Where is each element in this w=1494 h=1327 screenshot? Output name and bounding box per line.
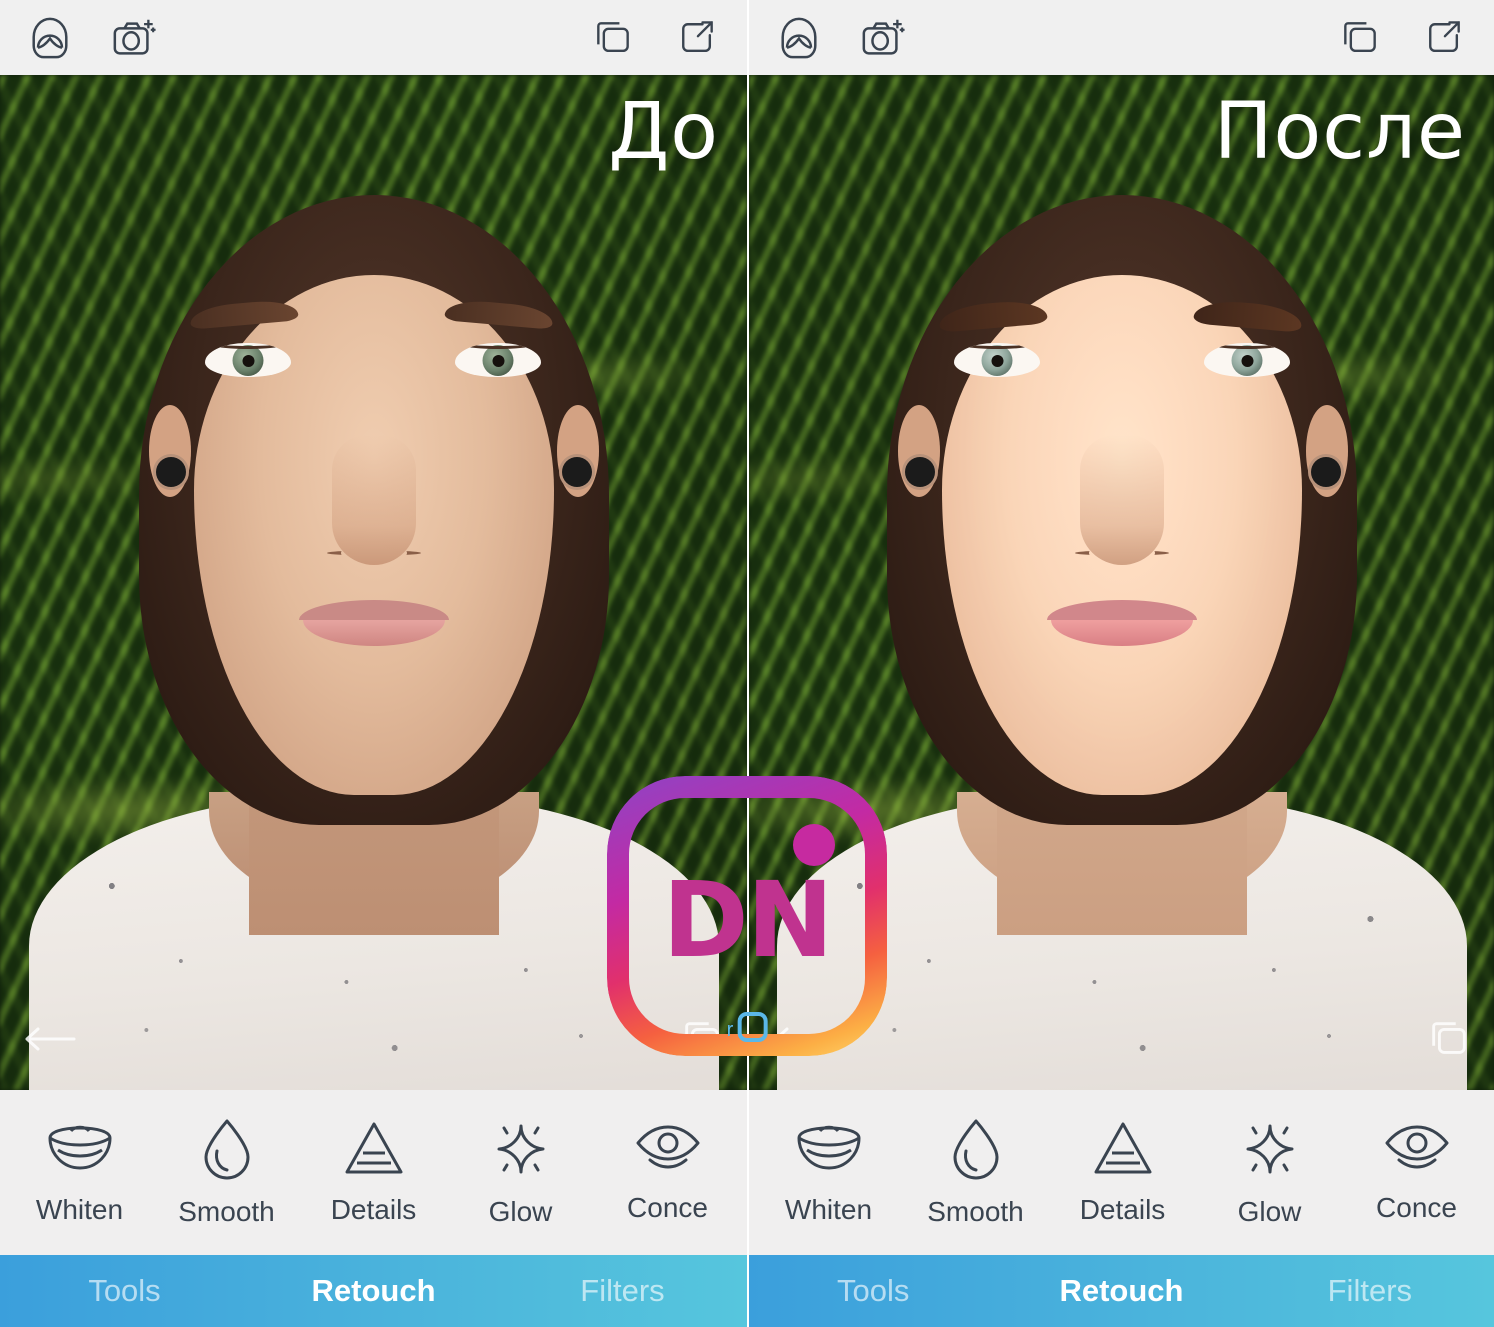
eye-left [954, 343, 1040, 377]
portrait-face-icon[interactable] [26, 14, 74, 62]
tool-whiten[interactable]: Whiten [755, 1120, 902, 1226]
comparison-panes: facetune [0, 0, 1494, 1327]
tool-label-whiten: Whiten [784, 1193, 873, 1225]
photo-canvas-after[interactable]: После [749, 75, 1494, 1090]
tool-glow[interactable]: Glow [1196, 1118, 1343, 1228]
nav-retouch[interactable]: Retouch [249, 1273, 498, 1309]
camera-magic-icon[interactable] [859, 14, 907, 62]
compare-photo-icon[interactable] [1426, 1016, 1472, 1062]
top-bar-after: facetune [749, 0, 1494, 684]
tool-details[interactable]: Details [1049, 1120, 1196, 1226]
panel-before: facetune [0, 0, 747, 1327]
tool-label-whiten: Whiten [35, 1193, 124, 1225]
tool-label-glow: Glow [1237, 1195, 1302, 1227]
photo-subject [749, 75, 1494, 1090]
tool-conceal[interactable]: Conce [1343, 1122, 1490, 1224]
bottom-nav-before: Tools Retouch Filters [0, 1255, 747, 1327]
subject-mouth [1046, 600, 1197, 646]
compare-layers-icon[interactable] [589, 14, 637, 62]
subject-nose [1079, 435, 1164, 565]
tool-smooth[interactable]: Smooth [153, 1118, 300, 1228]
camera-magic-icon[interactable] [110, 14, 158, 62]
undo-arrow-icon[interactable] [771, 1022, 827, 1056]
photo-canvas-before[interactable]: До [0, 75, 747, 1090]
subject-nose [331, 435, 416, 565]
share-export-icon[interactable] [673, 14, 721, 62]
tool-label-conceal: Conce [627, 1191, 708, 1223]
portrait-face-icon[interactable] [775, 14, 823, 62]
tool-conceal[interactable]: Conce [594, 1122, 741, 1224]
nav-tools[interactable]: Tools [0, 1273, 249, 1309]
top-bar-left-icons-after [775, 14, 907, 62]
overlay-label-before: До [608, 87, 719, 177]
earring-right [562, 457, 592, 487]
retouch-tool-strip-before[interactable]: Whiten Smooth Details Glow Conce [0, 1090, 747, 1255]
undo-arrow-icon[interactable] [22, 1022, 78, 1056]
tool-whiten[interactable]: Whiten [6, 1120, 153, 1226]
panel-after: facetune [747, 0, 1494, 1327]
overlay-label-after: После [1213, 87, 1466, 177]
nav-retouch[interactable]: Retouch [997, 1273, 1245, 1309]
tool-label-smooth: Smooth [178, 1195, 275, 1227]
bottom-nav-after: Tools Retouch Filters [749, 1255, 1494, 1327]
screenshot-root: facetune [0, 0, 1494, 1327]
eye-right [1204, 343, 1290, 377]
tool-label-glow: Glow [488, 1195, 553, 1227]
tool-label-conceal: Conce [1376, 1191, 1457, 1223]
earring-left [156, 457, 186, 487]
compare-photo-icon[interactable] [679, 1016, 725, 1062]
top-bar: facetune [0, 0, 747, 684]
tool-glow[interactable]: Glow [447, 1118, 594, 1228]
nav-tools[interactable]: Tools [749, 1273, 997, 1309]
retouch-tool-strip-after[interactable]: Whiten Smooth Details Glow Conce [749, 1090, 1494, 1255]
top-bar-right-icons-after [1336, 14, 1468, 62]
tool-label-details: Details [330, 1193, 417, 1225]
compare-layers-icon[interactable] [1336, 14, 1384, 62]
photo-subject [0, 75, 747, 1090]
tool-smooth[interactable]: Smooth [902, 1118, 1049, 1228]
tool-label-smooth: Smooth [927, 1195, 1024, 1227]
tool-label-details: Details [1079, 1193, 1166, 1225]
top-bar-left-icons [26, 14, 158, 62]
tool-details[interactable]: Details [300, 1120, 447, 1226]
top-bar-right-icons [589, 14, 721, 62]
subject-mouth [298, 600, 449, 646]
eye-left [205, 343, 291, 377]
nav-filters[interactable]: Filters [1246, 1273, 1494, 1309]
earring-left [905, 457, 935, 487]
share-export-icon[interactable] [1420, 14, 1468, 62]
eye-right [455, 343, 541, 377]
earring-right [1311, 457, 1341, 487]
nav-filters[interactable]: Filters [498, 1273, 747, 1309]
